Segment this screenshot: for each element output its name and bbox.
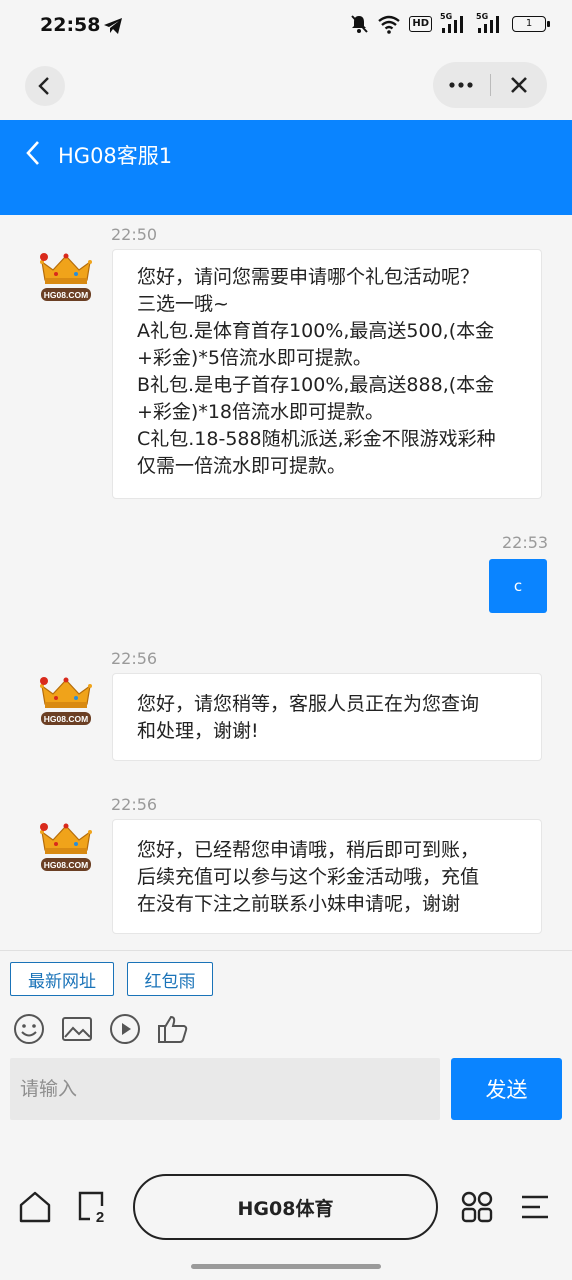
hd-icon: HD xyxy=(409,16,432,32)
message-input-box[interactable] xyxy=(10,1058,440,1120)
address-bar-title[interactable]: HG08体育 xyxy=(133,1174,438,1240)
message-line: 在没有下注之前联系小妹申请呢，谢谢 xyxy=(137,893,461,915)
message-line: +彩金)*5倍流水即可提款。 xyxy=(137,347,372,369)
back-button[interactable] xyxy=(25,66,65,106)
grid-icon[interactable] xyxy=(460,1190,494,1224)
message-line: 和处理，谢谢! xyxy=(137,720,259,742)
menu-icon[interactable] xyxy=(518,1190,552,1224)
quick-reply-latest-url[interactable]: 最新网址 xyxy=(10,962,114,996)
battery-icon: 1 xyxy=(512,16,550,32)
more-button[interactable] xyxy=(433,62,490,108)
avatar-label: HG08.COM xyxy=(44,860,88,870)
message-input[interactable] xyxy=(10,1058,440,1120)
message-time: 22:53 xyxy=(502,533,549,552)
browser-bottom-bar: 2 HG08体育 xyxy=(0,1140,572,1280)
divider xyxy=(0,950,572,951)
signal-label: 5G xyxy=(440,12,453,21)
browser-nav-bar xyxy=(0,52,572,120)
close-button[interactable] xyxy=(491,62,548,108)
message-bubble: 您好，请您稍等，客服人员正在为您查询 和处理，谢谢! xyxy=(112,673,542,761)
home-indicator xyxy=(191,1264,381,1269)
chat-header: HG08客服1 xyxy=(0,120,572,215)
video-icon[interactable] xyxy=(108,1012,142,1046)
tabs-icon[interactable]: 2 xyxy=(76,1190,110,1224)
message-line: +彩金)*18倍流水即可提款。 xyxy=(137,401,385,423)
message-line: 仅需一倍流水即可提款。 xyxy=(137,455,347,477)
message-line: 您好，请您稍等，客服人员正在为您查询 xyxy=(137,693,480,715)
thumbs-up-icon[interactable] xyxy=(156,1012,190,1046)
send-button[interactable]: 发送 xyxy=(451,1058,562,1120)
status-time: 22:58 xyxy=(40,14,101,36)
telegram-icon xyxy=(104,18,122,34)
message-line: 后续充值可以参与这个彩金活动哦，充值 xyxy=(137,866,480,888)
message-line: B礼包.是电子首存100%,最高送888,(本金 xyxy=(137,374,495,396)
quick-reply-red-packet[interactable]: 红包雨 xyxy=(127,962,213,996)
avatar[interactable]: HG08.COM xyxy=(36,818,96,878)
message-line: 您好，已经帮您申请哦，稍后即可到账， xyxy=(137,839,480,861)
message-line: C礼包.18-588随机派送,彩金不限游戏彩种 xyxy=(137,428,496,450)
mute-icon xyxy=(351,15,369,33)
signal-icon: 5G xyxy=(440,12,468,33)
message-line: 三选一哦~ xyxy=(137,293,229,315)
avatar[interactable]: HG08.COM xyxy=(36,248,96,308)
page-title: HG08客服1 xyxy=(58,144,173,168)
browser-capsule xyxy=(433,62,547,108)
tabs-count: 2 xyxy=(96,1209,104,1224)
message-line: A礼包.是体育首存100%,最高送500,(本金 xyxy=(137,320,495,342)
message-bubble-sent: c xyxy=(489,559,547,613)
signal-icon: 5G xyxy=(476,12,504,33)
emoji-icon[interactable] xyxy=(12,1012,46,1046)
message-time: 22:56 xyxy=(111,795,158,814)
message-bubble: 您好，请问您需要申请哪个礼包活动呢？ 三选一哦~ A礼包.是体育首存100%,最… xyxy=(112,249,542,499)
message-line: 您好，请问您需要申请哪个礼包活动呢？ xyxy=(137,266,480,288)
avatar-label: HG08.COM xyxy=(44,714,88,724)
avatar[interactable]: HG08.COM xyxy=(36,672,96,732)
home-icon[interactable] xyxy=(18,1190,52,1224)
message-time: 22:56 xyxy=(111,649,158,668)
image-icon[interactable] xyxy=(60,1012,94,1046)
wifi-icon xyxy=(378,15,401,34)
message-bubble: 您好，已经帮您申请哦，稍后即可到账， 后续充值可以参与这个彩金活动哦，充值 在没… xyxy=(112,819,542,934)
signal-label: 5G xyxy=(476,12,489,21)
message-time: 22:50 xyxy=(111,225,158,244)
chevron-left-icon xyxy=(38,77,49,95)
status-bar: 22:58 HD 5G 5G 1 xyxy=(0,0,572,52)
more-icon xyxy=(449,82,473,88)
close-icon xyxy=(510,77,527,93)
avatar-label: HG08.COM xyxy=(44,290,88,300)
header-back-icon[interactable] xyxy=(22,138,46,168)
